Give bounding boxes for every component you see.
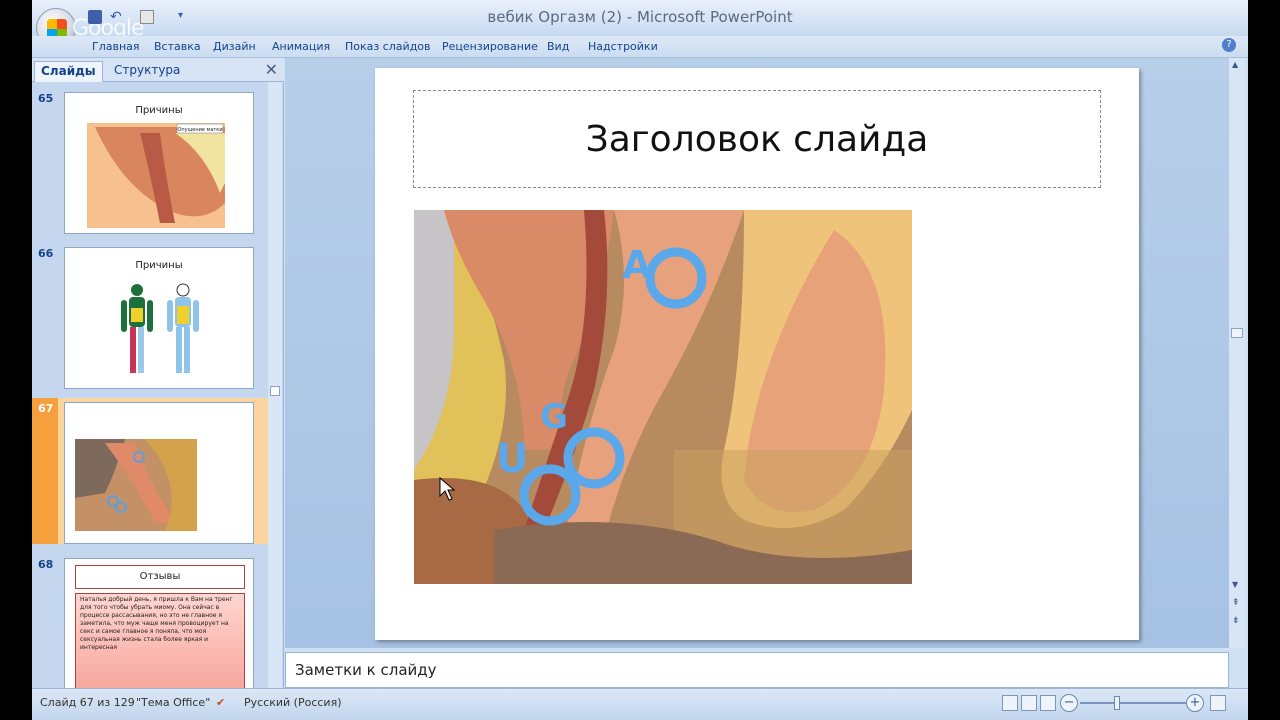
fit-to-window-icon[interactable] (1210, 695, 1226, 711)
slide-number: 65 (38, 92, 54, 105)
tab-slideshow[interactable]: Показ слайдов (345, 40, 431, 53)
thumbnail-title: Отзывы (75, 565, 245, 589)
slide-canvas: Заголовок слайда A G U (375, 68, 1139, 640)
label-u: U (496, 436, 528, 482)
thumbnail-scrollbar[interactable] (268, 82, 282, 688)
slides-pane: Слайды Структура ✕ 65 Причины Опущение м… (32, 58, 284, 700)
slide-thumbnail-65[interactable]: 65 Причины Опущение матки (32, 88, 268, 234)
slide-number: 68 (38, 558, 54, 571)
pane-tabs: Слайды Структура ✕ (32, 58, 284, 82)
anatomy-image-icon: Опущение матки (87, 123, 225, 228)
previous-slide-icon[interactable]: ⇞ (1232, 598, 1240, 608)
undo-icon[interactable]: ↶ (110, 10, 124, 24)
slide-number: 66 (38, 247, 54, 260)
spellcheck-icon[interactable]: ✔ (216, 696, 225, 709)
zoom-slider[interactable] (1080, 702, 1190, 704)
slide-thumbnail-68[interactable]: 68 Отзывы Наталья добрый день, я пришла … (32, 554, 268, 700)
scroll-thumb[interactable] (270, 386, 280, 396)
anatomy-image-icon (75, 439, 197, 531)
status-bar: Слайд 67 из 129 "Тема Office" ✔ Русский … (32, 688, 1248, 720)
normal-view-icon[interactable] (1002, 695, 1018, 711)
slide-editor: Заголовок слайда A G U ▲ ▼ ⇞ ⇟ (285, 58, 1245, 648)
title-bar: вебик Оргазм (2) - Microsoft PowerPoint (32, 0, 1248, 36)
slide-number: 67 (38, 402, 54, 415)
next-slide-icon[interactable]: ⇟ (1232, 616, 1240, 626)
thumbnail-preview: Отзывы Наталья добрый день, я пришла к В… (64, 558, 254, 700)
thumbnail-caption: Опущение матки (177, 127, 222, 133)
notes-pane[interactable]: Заметки к слайду (285, 652, 1229, 688)
slide-thumbnail-66[interactable]: 66 Причины (32, 243, 268, 389)
tab-insert[interactable]: Вставка (154, 40, 201, 53)
help-icon[interactable]: ? (1222, 38, 1236, 52)
scroll-down-icon[interactable]: ▼ (1232, 580, 1238, 589)
ribbon-tabs: Главная Вставка Дизайн Анимация Показ сл… (32, 36, 1248, 58)
tab-slides[interactable]: Слайды (34, 61, 103, 82)
scroll-thumb[interactable] (1231, 328, 1243, 338)
slide-title: Заголовок слайда (585, 118, 929, 160)
zoom-out-icon[interactable]: − (1060, 694, 1078, 712)
tab-outline[interactable]: Структура (108, 61, 186, 82)
theme-name[interactable]: "Тема Office" (136, 696, 210, 709)
tab-design[interactable]: Дизайн (213, 40, 256, 53)
thumbnail-bullet: Наталья добрый день, я пришла к Вам на т… (75, 593, 245, 689)
anatomy-image[interactable]: A G U (414, 210, 912, 584)
zoom-slider-knob[interactable] (1114, 696, 1120, 710)
slide-thumbnail-67[interactable]: 67 (32, 398, 268, 544)
customize-toolbar-icon[interactable]: ▾ (178, 10, 192, 24)
slide-sorter-icon[interactable] (1021, 695, 1037, 711)
new-slide-icon[interactable] (140, 10, 154, 24)
window-title: вебик Оргазм (2) - Microsoft PowerPoint (487, 8, 793, 26)
close-icon[interactable]: ✕ (265, 60, 278, 79)
body-figures-icon (121, 283, 199, 373)
tab-view[interactable]: Вид (547, 40, 569, 53)
tab-review[interactable]: Рецензирование (442, 40, 538, 53)
scroll-up-icon[interactable]: ▲ (1232, 60, 1238, 69)
zoom-in-icon[interactable]: + (1186, 694, 1204, 712)
tab-addins[interactable]: Надстройки (588, 40, 658, 53)
label-a: A (622, 243, 652, 287)
editor-scrollbar[interactable]: ▲ ▼ ⇞ ⇟ (1229, 58, 1245, 648)
slideshow-icon[interactable] (1040, 695, 1056, 711)
save-icon[interactable] (88, 10, 102, 24)
title-placeholder[interactable]: Заголовок слайда (413, 90, 1101, 188)
language[interactable]: Русский (Россия) (244, 696, 342, 709)
thumbnail-preview: Причины Опущение матки (64, 92, 254, 234)
notes-placeholder: Заметки к слайду (295, 661, 437, 679)
label-g: G (540, 397, 568, 437)
thumbnail-preview: Причины (64, 247, 254, 389)
tab-animation[interactable]: Анимация (272, 40, 330, 53)
powerpoint-window: вебик Оргазм (2) - Microsoft PowerPoint … (32, 0, 1248, 720)
slide-counter: Слайд 67 из 129 (40, 696, 135, 709)
tab-home[interactable]: Главная (92, 40, 140, 53)
thumbnail-preview (64, 402, 254, 544)
